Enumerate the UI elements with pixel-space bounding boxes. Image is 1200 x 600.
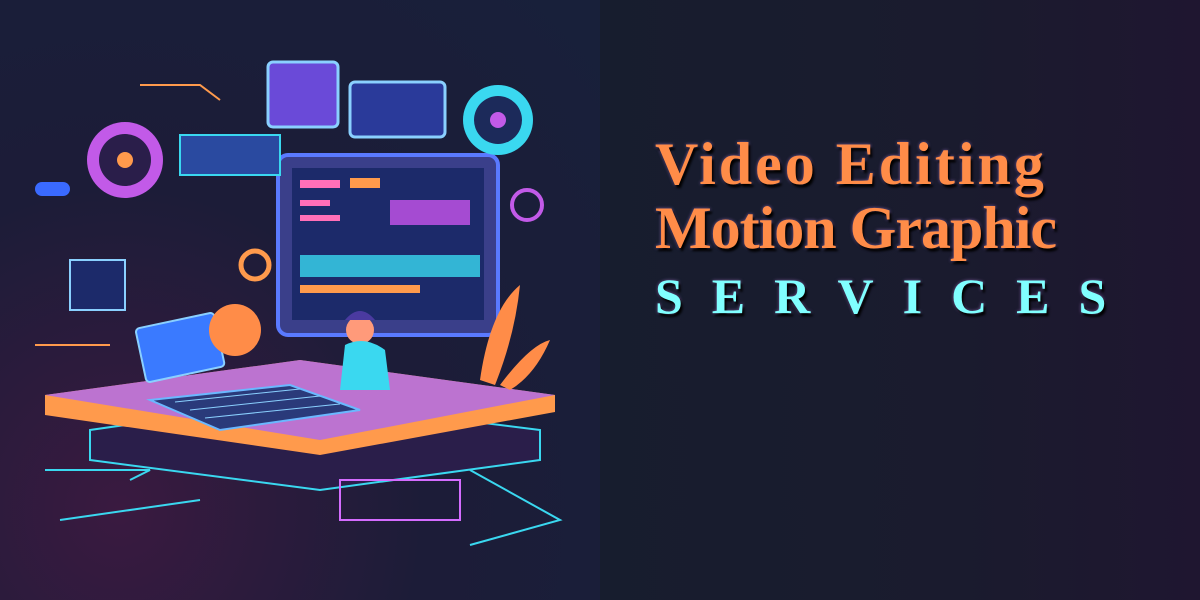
orange-disc [209, 304, 261, 356]
headline-line-services: SERVICES [655, 268, 1136, 324]
illustration-panel [0, 0, 600, 600]
person-head [346, 316, 374, 344]
floating-panel [69, 259, 126, 311]
floating-screen [266, 60, 340, 129]
floating-screen [348, 80, 447, 139]
headline-line-video-editing: Video Editing [655, 131, 1047, 197]
headline-line-motion-graphic: Motion Graphic [655, 195, 1057, 261]
gear-icon [238, 248, 272, 282]
film-reel-icon [463, 85, 533, 155]
desk-vent [339, 479, 461, 521]
record-icon [510, 188, 544, 222]
pill-icon [35, 182, 70, 196]
floating-panel [179, 134, 281, 176]
headline: Video Editing Motion Graphic SERVICES [655, 132, 1135, 324]
person-body [340, 341, 390, 390]
film-reel-icon [87, 122, 163, 198]
video-editing-illustration [35, 60, 563, 546]
